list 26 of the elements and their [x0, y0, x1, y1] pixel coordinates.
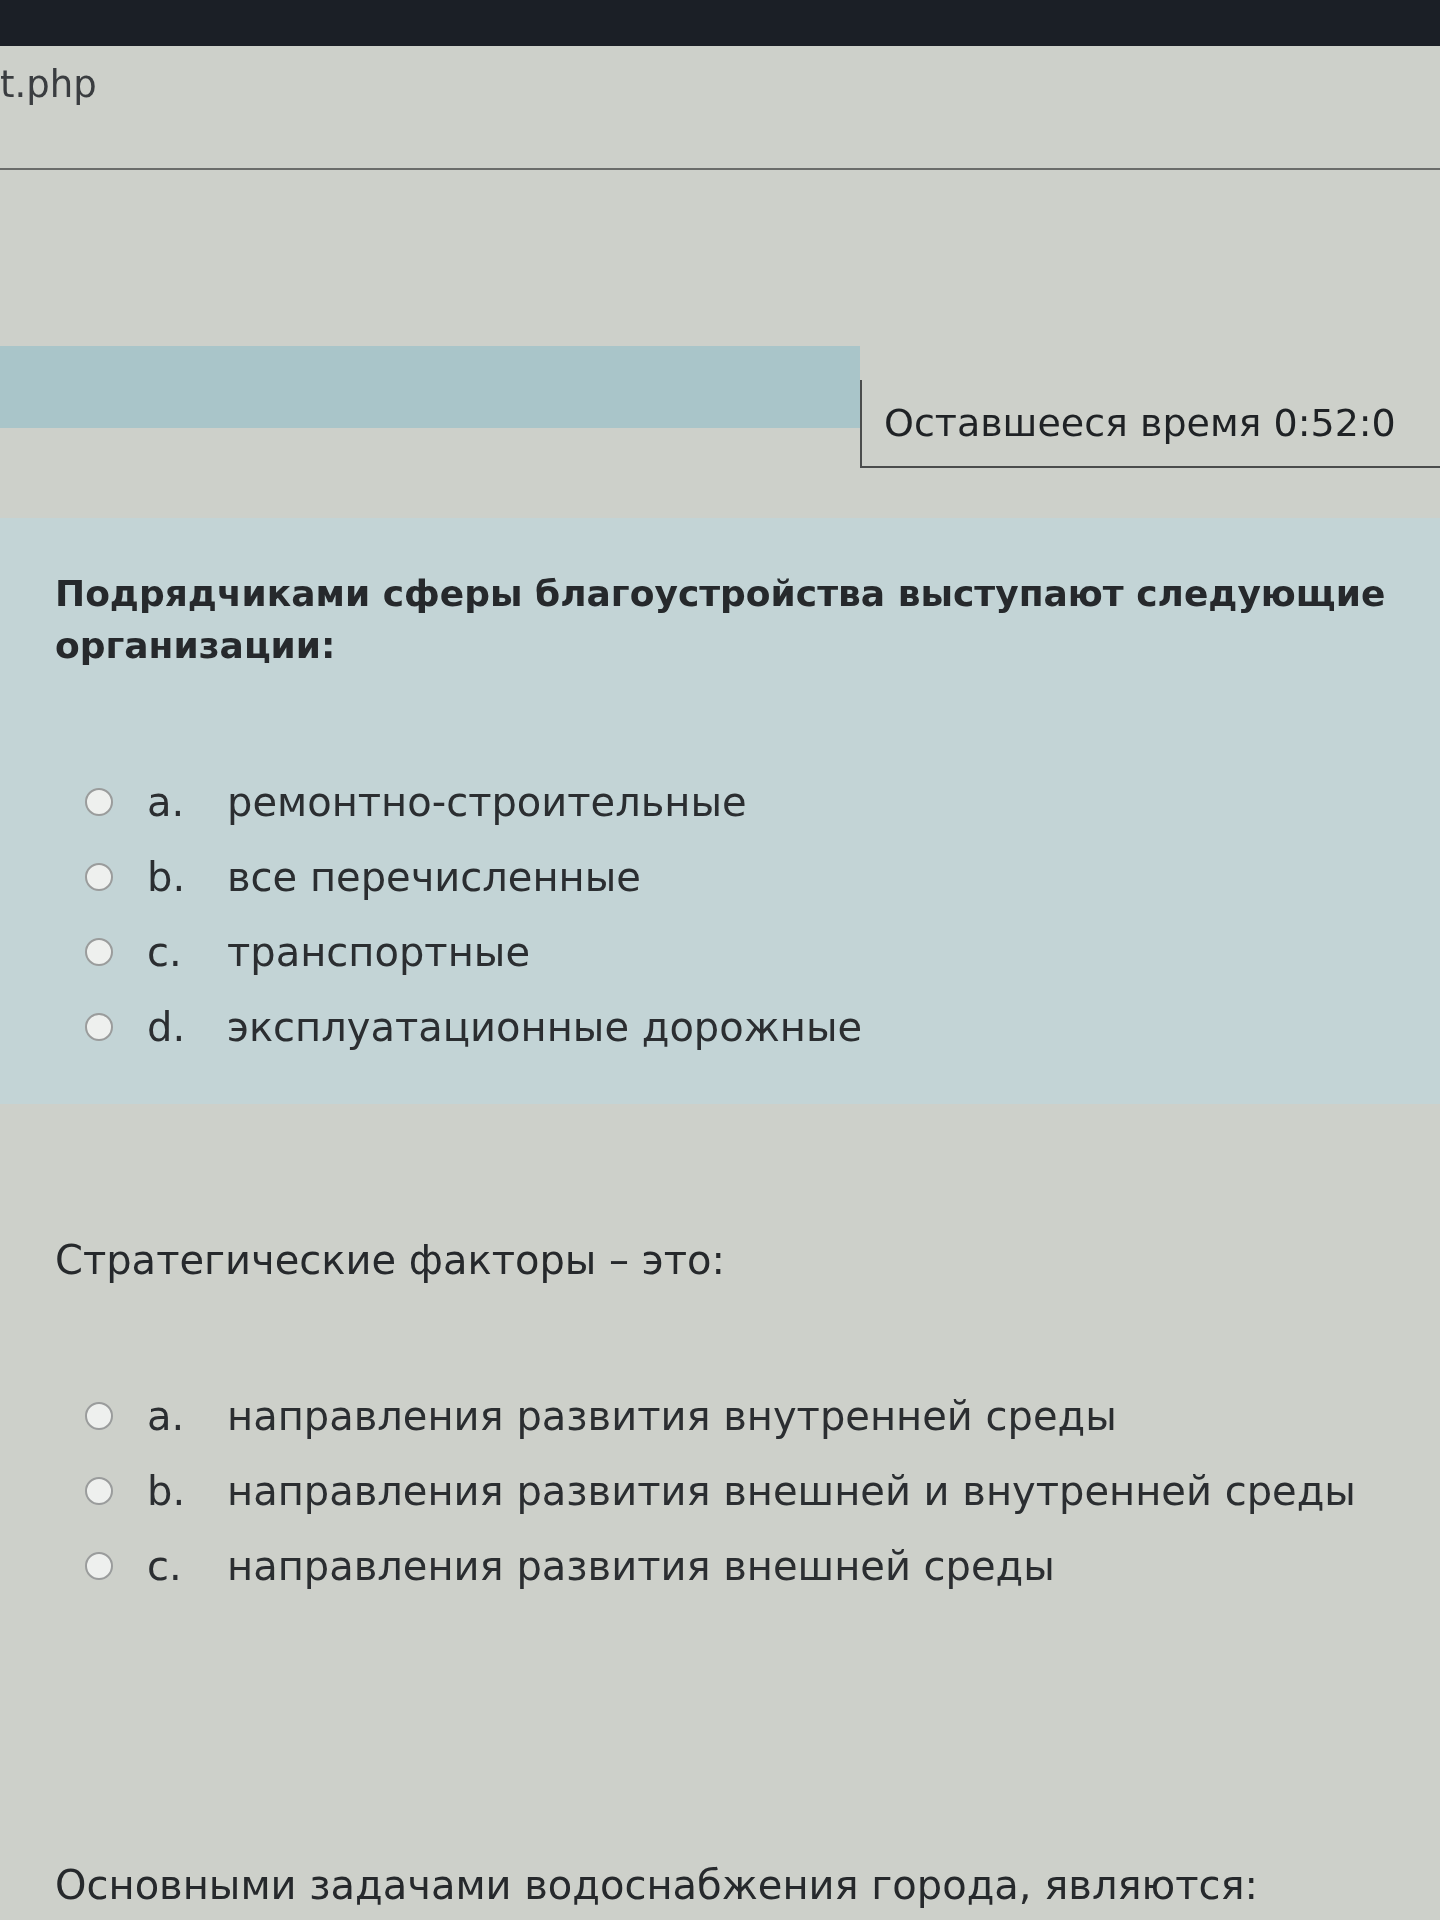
- option-label[interactable]: транспортные: [227, 928, 530, 975]
- question-text: Подрядчиками сферы благоустройства выступают следующие организации:: [55, 572, 1387, 668]
- page-url: t.php: [0, 62, 97, 108]
- option-letter: b.: [147, 853, 187, 900]
- radio-button[interactable]: [85, 937, 113, 966]
- option-label[interactable]: все перечисленные: [227, 853, 641, 900]
- timer-text: Оставшееся время 0:52:0: [884, 401, 1396, 445]
- radio-button[interactable]: [85, 1401, 113, 1430]
- option-label[interactable]: направления развития внутренней среды: [227, 1392, 1117, 1439]
- radio-button[interactable]: [85, 1012, 113, 1041]
- radio-button[interactable]: [85, 862, 113, 891]
- radio-button[interactable]: [85, 1551, 113, 1580]
- question-text: Основными задачами водоснабжения города, являются:: [55, 1861, 1260, 1910]
- option-letter: a.: [147, 778, 186, 825]
- option-letter: d.: [147, 1003, 187, 1050]
- option-label[interactable]: направления развития внешней среды: [227, 1542, 1055, 1589]
- option-letter: b.: [147, 1467, 187, 1514]
- option-label[interactable]: направления развития внешней и внутренней среды: [227, 1467, 1356, 1514]
- radio-button[interactable]: [85, 1476, 113, 1505]
- option-letter: a.: [147, 1392, 186, 1439]
- radio-button[interactable]: [85, 787, 113, 816]
- option-letter: c.: [147, 928, 183, 975]
- option-label[interactable]: эксплуатационные дорожные: [227, 1003, 863, 1050]
- question-text: Стратегические факторы – это:: [55, 1236, 727, 1285]
- option-label[interactable]: ремонтно-строительные: [227, 778, 747, 825]
- option-letter: c.: [147, 1542, 183, 1589]
